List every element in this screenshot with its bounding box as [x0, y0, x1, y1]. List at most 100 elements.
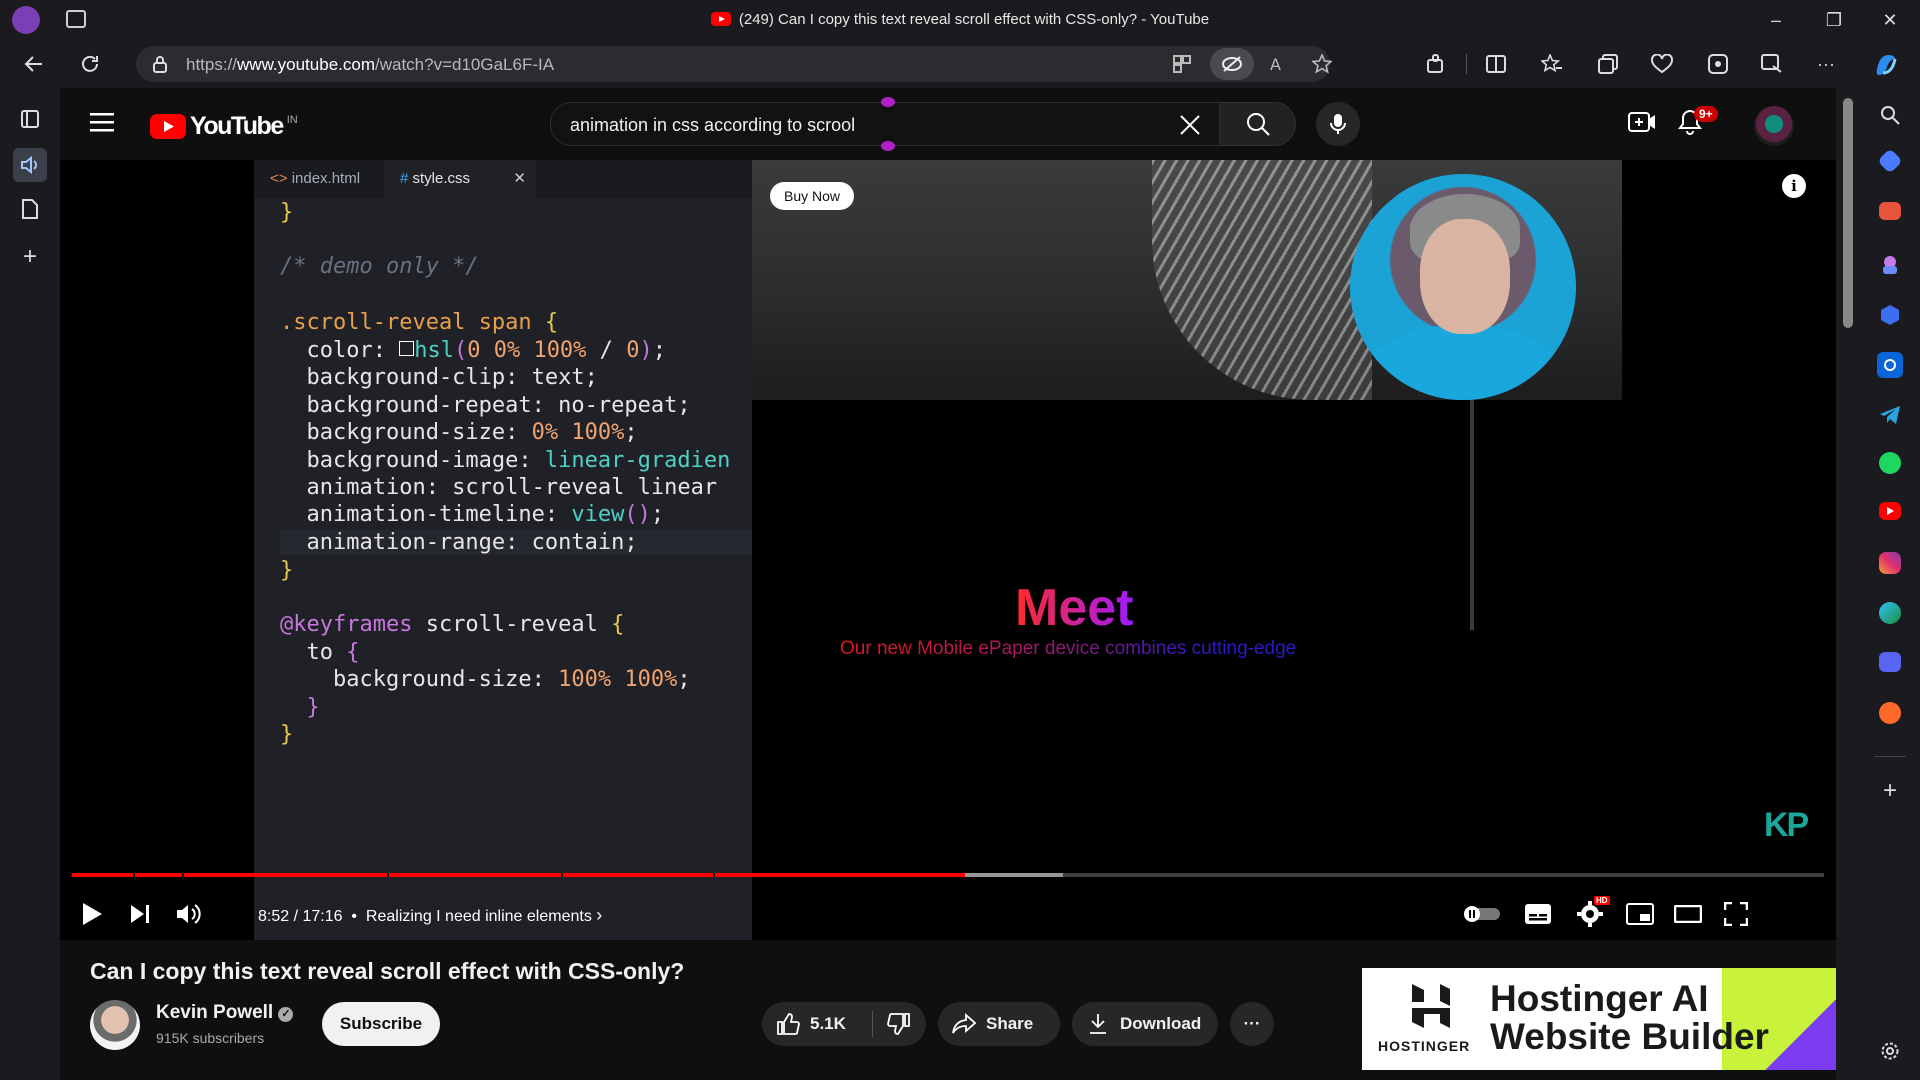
- app-available-icon[interactable]: [1166, 48, 1198, 80]
- youtube-wordmark: YouTube: [190, 112, 284, 140]
- read-aloud-icon[interactable]: A: [1264, 48, 1296, 80]
- youtube-logo[interactable]: YouTube IN: [150, 112, 298, 141]
- kp-watermark: KP: [1764, 806, 1809, 844]
- like-dislike-group: 5.1K: [762, 1002, 926, 1046]
- video-player[interactable]: <> index.html # style.css ✕ } /* demo onl…: [60, 160, 1836, 940]
- code-line: }: [280, 558, 294, 583]
- time-display[interactable]: 8:52 / 17:16 • Realizing I need inline e…: [258, 905, 602, 926]
- chapter-marker: [182, 873, 184, 877]
- sidebar-add-icon[interactable]: +: [1877, 777, 1903, 804]
- chapter-marker: [713, 873, 715, 877]
- subscribe-button[interactable]: Subscribe: [322, 1002, 440, 1046]
- youtube-header: YouTube IN animation in css according to…: [60, 88, 1836, 160]
- instagram-icon[interactable]: [1879, 552, 1901, 574]
- extensions-icon[interactable]: [1420, 48, 1452, 80]
- editor-tab-style-css: # style.css ✕: [384, 160, 536, 198]
- miniplayer-button[interactable]: [1620, 894, 1660, 934]
- browser-title-bar: (249) Can I copy this text reveal scroll…: [0, 0, 1920, 40]
- performance-icon[interactable]: [1646, 48, 1678, 80]
- text-cursor-handle: [881, 97, 895, 107]
- hd-badge: HD: [1594, 896, 1610, 905]
- volume-icon: [177, 904, 201, 924]
- region-code: IN: [286, 113, 298, 126]
- channel-name[interactable]: Kevin Powell ✓: [156, 1002, 294, 1024]
- tools-briefcase-icon[interactable]: [1879, 202, 1901, 220]
- split-screen-icon[interactable]: [1480, 48, 1512, 80]
- outlook-icon[interactable]: [1877, 352, 1903, 378]
- url-text[interactable]: https://www.youtube.com/watch?v=d10GaL6F…: [186, 55, 554, 75]
- playing-tab-speaker-icon[interactable]: [13, 148, 47, 182]
- discord-icon[interactable]: [1879, 652, 1901, 672]
- progress-bar[interactable]: [72, 873, 1824, 877]
- next-button[interactable]: [120, 894, 160, 934]
- reddit-icon[interactable]: [1879, 702, 1901, 724]
- page-scrollbar[interactable]: [1836, 88, 1860, 1080]
- more-menu-icon[interactable]: ···: [1810, 48, 1842, 80]
- sidebar-settings-gear-icon[interactable]: [1877, 1038, 1903, 1064]
- back-icon[interactable]: [18, 48, 50, 80]
- toolbar-divider: [1466, 54, 1467, 74]
- browser-essentials-icon[interactable]: [1756, 48, 1788, 80]
- voice-search-button[interactable]: [1316, 102, 1360, 146]
- code-line: /* demo only */: [280, 254, 479, 279]
- spotify-icon[interactable]: [1879, 452, 1901, 474]
- code-line: }: [280, 695, 320, 720]
- guide-menu-icon[interactable]: [90, 112, 114, 132]
- search-query-text[interactable]: animation in css according to scrool: [570, 115, 855, 136]
- code-line: animation-range: contain;: [280, 530, 752, 555]
- collections-icon[interactable]: [1592, 48, 1624, 80]
- search-button[interactable]: [1220, 102, 1296, 146]
- tab-actions-menu-icon[interactable]: [17, 106, 43, 132]
- video-info-icon[interactable]: i: [1782, 174, 1806, 198]
- document-tab-icon[interactable]: [17, 196, 43, 222]
- favorite-star-icon[interactable]: [1306, 48, 1338, 80]
- tracking-prevention-icon[interactable]: [1210, 48, 1254, 80]
- code-line: }: [280, 722, 294, 747]
- copilot-icon[interactable]: [1870, 48, 1902, 80]
- chapter-marker: [133, 873, 135, 877]
- share-button[interactable]: Share: [938, 1002, 1060, 1046]
- window-title: (249) Can I copy this text reveal scroll…: [0, 11, 1920, 28]
- volume-button[interactable]: [168, 894, 208, 934]
- subtitles-button[interactable]: [1518, 894, 1558, 934]
- address-bar[interactable]: https://www.youtube.com/watch?v=d10GaL6F…: [136, 46, 1332, 82]
- play-button[interactable]: [72, 894, 112, 934]
- dislike-button[interactable]: [873, 1002, 925, 1046]
- code-line: }: [280, 200, 294, 225]
- theater-mode-button[interactable]: [1668, 894, 1708, 934]
- create-video-icon[interactable]: [1628, 110, 1656, 134]
- copilot-vision-icon[interactable]: [1702, 48, 1734, 80]
- search-input[interactable]: animation in css according to scrool: [550, 97, 1220, 151]
- minimize-button[interactable]: –: [1764, 8, 1788, 32]
- restore-button[interactable]: ❐: [1822, 8, 1846, 32]
- shopping-tag-icon[interactable]: [1877, 148, 1903, 174]
- favorites-icon[interactable]: [1536, 48, 1568, 80]
- fullscreen-button[interactable]: [1716, 894, 1756, 934]
- copilot-designer-icon[interactable]: [1877, 302, 1903, 328]
- settings-button[interactable]: HD: [1570, 894, 1610, 934]
- skip-next-icon: [131, 905, 149, 923]
- account-avatar[interactable]: [1754, 106, 1794, 146]
- chapter-title[interactable]: Realizing I need inline elements: [366, 908, 592, 925]
- youtube-sidebar-icon[interactable]: [1879, 502, 1901, 520]
- lock-icon[interactable]: [152, 55, 168, 73]
- like-button[interactable]: 5.1K: [762, 1002, 872, 1046]
- messenger-icon[interactable]: [1879, 602, 1901, 624]
- youtube-play-logo-icon: [150, 114, 186, 139]
- new-tab-plus-icon[interactable]: +: [17, 243, 43, 270]
- scrollbar-thumb[interactable]: [1843, 98, 1853, 328]
- clear-search-icon[interactable]: [1179, 114, 1201, 136]
- refresh-icon[interactable]: [74, 48, 106, 80]
- hostinger-ad-banner[interactable]: HOSTINGER Hostinger AI Website Builder: [1362, 968, 1836, 1070]
- games-icon[interactable]: [1877, 252, 1903, 278]
- close-window-button[interactable]: ✕: [1878, 8, 1902, 32]
- download-button[interactable]: Download: [1072, 1002, 1218, 1046]
- progress-played: [72, 873, 966, 877]
- ad-brand-name: HOSTINGER: [1378, 1038, 1471, 1054]
- verified-badge-icon: ✓: [278, 1007, 294, 1022]
- sidebar-search-icon[interactable]: [1877, 102, 1903, 128]
- autoplay-toggle[interactable]: [1462, 894, 1502, 934]
- telegram-icon[interactable]: [1877, 402, 1903, 428]
- channel-avatar[interactable]: [90, 1000, 140, 1050]
- more-actions-button[interactable]: ···: [1230, 1002, 1274, 1046]
